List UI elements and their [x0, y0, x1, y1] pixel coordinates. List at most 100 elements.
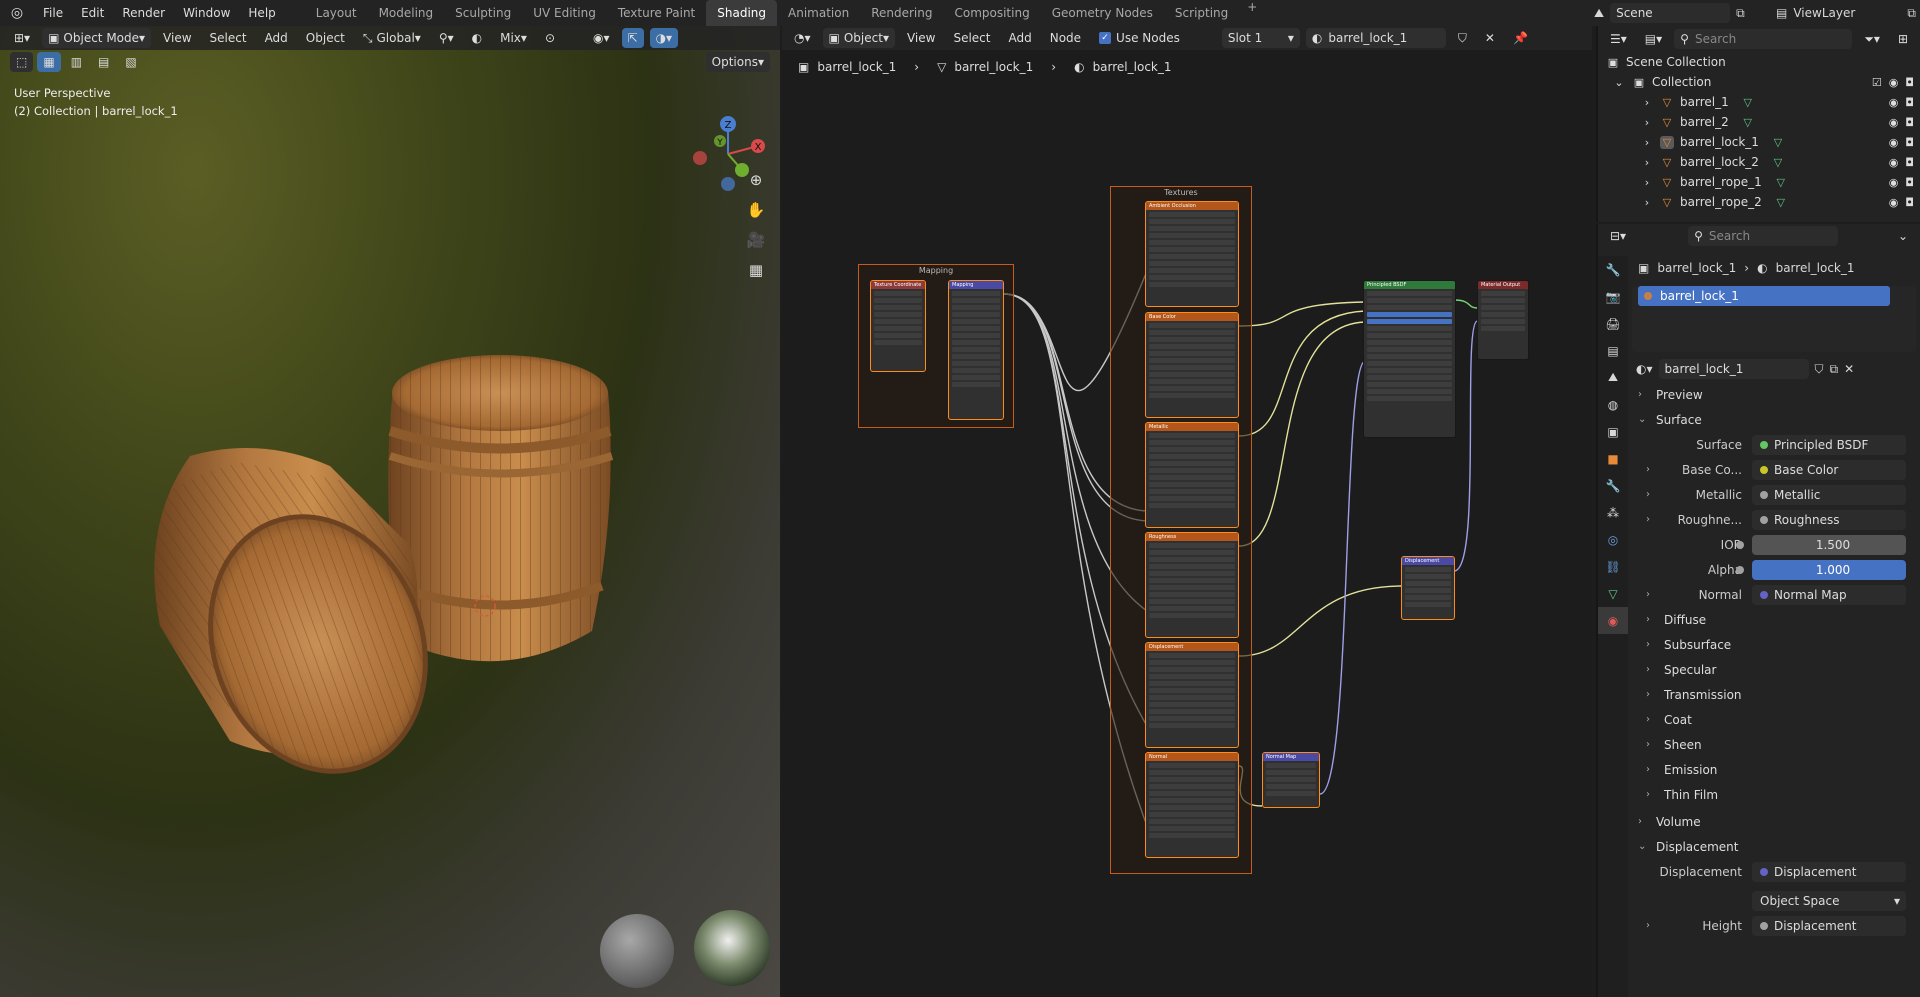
node-ambient-occlusion-texture[interactable]: Ambient Occlusion — [1145, 201, 1239, 307]
mesh-data-icon[interactable]: ▽ — [1774, 176, 1788, 189]
node-displacement[interactable]: Displacement — [1401, 556, 1455, 620]
checkbox-icon[interactable]: ☑ — [1872, 76, 1882, 89]
subpanel-thin-film[interactable]: › Thin Film — [1632, 782, 1916, 807]
visibility-toggles[interactable]: ◉ ◘ — [1889, 136, 1914, 149]
tool-tab-icon[interactable]: 🔧 — [1598, 256, 1628, 283]
chevron-right-icon[interactable]: › — [1640, 96, 1654, 109]
subpanel-coat[interactable]: › Coat — [1632, 707, 1916, 732]
mesh-data-icon[interactable]: ▽ — [1771, 136, 1785, 149]
node-base-color-texture[interactable]: Base Color — [1145, 312, 1239, 418]
modifier-tab-icon[interactable]: 🔧 — [1598, 472, 1628, 499]
eye-icon[interactable]: ◉ — [1889, 76, 1899, 89]
surface-section[interactable]: ⌄ Surface — [1632, 407, 1916, 432]
outliner-search[interactable]: ⚲ Search — [1674, 29, 1853, 49]
collection-row[interactable]: ⌄ ▣ Collection ☑ ◉ ◘ — [1598, 72, 1920, 92]
prop-value-field[interactable]: Base Color — [1752, 459, 1906, 480]
chevron-right-icon[interactable]: › — [1640, 196, 1654, 209]
display-mode-icon[interactable]: ▤▾ — [1639, 29, 1668, 49]
tab-sculpting[interactable]: Sculpting — [444, 0, 522, 26]
prop-value-field[interactable]: Displacement — [1752, 915, 1906, 936]
chevron-right-icon[interactable]: › — [1646, 489, 1656, 500]
alpha-field[interactable]: 1.000 — [1752, 559, 1906, 580]
material-browse-icon[interactable]: ◐▾ — [1636, 362, 1653, 376]
object-tab-icon[interactable]: ■ — [1598, 445, 1628, 472]
chevron-down-icon[interactable]: ⌄ — [1612, 76, 1626, 89]
physics-tab-icon[interactable]: ◎ — [1598, 526, 1628, 553]
view-layer-name[interactable]: ViewLayer — [1793, 6, 1855, 20]
menu-window[interactable]: Window — [174, 0, 239, 26]
shader-editor[interactable]: ◔▾ ▣ Object ▾ View Select Add Node ✓ Use … — [782, 26, 1592, 997]
prop-value-field[interactable]: Metallic — [1752, 484, 1906, 505]
tab-rendering[interactable]: Rendering — [860, 0, 943, 26]
tab-uv-editing[interactable]: UV Editing — [522, 0, 607, 26]
material-tab-icon[interactable]: ◉ — [1598, 607, 1628, 634]
outliner-item-barrel-lock-2[interactable]: › ▽ barrel_lock_2 ▽ ◉ ◘ — [1598, 152, 1920, 172]
node-texture-coordinate[interactable]: Texture Coordinate — [870, 280, 926, 372]
mesh-data-icon[interactable]: ▽ — [1741, 96, 1755, 109]
material-slot-item[interactable]: barrel_lock_1 — [1638, 286, 1890, 306]
chevron-down-icon[interactable]: ⌄ — [1892, 226, 1914, 246]
camera-icon[interactable]: ◘ — [1905, 156, 1914, 169]
node-normal-map[interactable]: Normal Map — [1262, 752, 1320, 808]
menu-help[interactable]: Help — [239, 0, 284, 26]
mesh-data-icon[interactable]: ▽ — [1774, 196, 1788, 209]
camera-icon[interactable]: ◘ — [1905, 176, 1914, 189]
eye-icon[interactable]: ◉ — [1889, 116, 1899, 129]
outliner-item-barrel-lock-1[interactable]: › ▽ barrel_lock_1 ▽ ◉ ◘ — [1598, 132, 1920, 152]
visibility-toggles[interactable]: ◉ ◘ — [1889, 96, 1914, 109]
chevron-right-icon[interactable]: › — [1646, 514, 1656, 525]
view-layer-tab-icon[interactable]: ▤ — [1598, 337, 1628, 364]
collection-tab-icon[interactable]: ▣ — [1598, 418, 1628, 445]
scene-field[interactable]: Scene — [1610, 3, 1731, 23]
subpanel-emission[interactable]: › Emission — [1632, 757, 1916, 782]
subpanel-subsurface[interactable]: › Subsurface — [1632, 632, 1916, 657]
eye-icon[interactable]: ◉ — [1889, 96, 1899, 109]
tab-compositing[interactable]: Compositing — [943, 0, 1040, 26]
tab-shading[interactable]: Shading — [706, 0, 777, 26]
blender-logo-icon[interactable]: ◎ — [0, 5, 34, 21]
scene-selector[interactable]: ⛰ Scene ⧉ — [1594, 2, 1764, 24]
editor-type-icon[interactable]: ☰▾ — [1604, 29, 1633, 49]
tab-animation[interactable]: Animation — [777, 0, 860, 26]
node-roughness-texture[interactable]: Roughness — [1145, 532, 1239, 638]
new-collection-icon[interactable]: ⊞ — [1892, 29, 1914, 49]
chevron-right-icon[interactable]: › — [1640, 116, 1654, 129]
subpanel-diffuse[interactable]: › Diffuse — [1632, 607, 1916, 632]
chevron-right-icon[interactable]: › — [1640, 176, 1654, 189]
outliner-item-barrel-rope-2[interactable]: › ▽ barrel_rope_2 ▽ ◉ ◘ — [1598, 192, 1920, 212]
eye-icon[interactable]: ◉ — [1889, 176, 1899, 189]
eye-icon[interactable]: ◉ — [1889, 196, 1899, 209]
copy-icon[interactable]: ⧉ — [1736, 6, 1745, 21]
editor-type-icon[interactable]: ⊟▾ — [1604, 226, 1632, 246]
chevron-right-icon[interactable]: › — [1646, 464, 1656, 475]
material-name-field[interactable]: barrel_lock_1 — [1658, 359, 1809, 379]
tab-texture-paint[interactable]: Texture Paint — [607, 0, 706, 26]
menu-render[interactable]: Render — [113, 0, 174, 26]
mesh-data-icon[interactable]: ▽ — [1741, 116, 1755, 129]
material-slot-list[interactable]: barrel_lock_1 — [1632, 286, 1916, 352]
view-layer-selector[interactable]: ▤ ViewLayer ⧉ — [1776, 2, 1916, 24]
eye-icon[interactable]: ◉ — [1889, 156, 1899, 169]
world-tab-icon[interactable]: ◍ — [1598, 391, 1628, 418]
visibility-toggles[interactable]: ◉ ◘ — [1889, 196, 1914, 209]
menu-file[interactable]: File — [34, 0, 72, 26]
particles-tab-icon[interactable]: ⁂ — [1598, 499, 1628, 526]
camera-icon[interactable]: ◘ — [1905, 196, 1914, 209]
data-tab-icon[interactable]: ▽ — [1598, 580, 1628, 607]
standing-barrel[interactable] — [388, 355, 614, 662]
tab-scripting[interactable]: Scripting — [1164, 0, 1239, 26]
subpanel-specular[interactable]: › Specular — [1632, 657, 1916, 682]
camera-icon[interactable]: ◘ — [1905, 136, 1914, 149]
filter-icon[interactable]: ⏷▾ — [1858, 29, 1886, 49]
render-tab-icon[interactable]: 📷 — [1598, 283, 1628, 310]
menu-edit[interactable]: Edit — [72, 0, 113, 26]
tab-layout[interactable]: Layout — [305, 0, 368, 26]
preview-section[interactable]: › Preview — [1632, 382, 1916, 407]
outliner-item-barrel-1[interactable]: › ▽ barrel_1 ▽ ◉ ◘ — [1598, 92, 1920, 112]
node-principled-bsdf[interactable]: Principled BSDF — [1363, 280, 1456, 438]
tab-geometry-nodes[interactable]: Geometry Nodes — [1041, 0, 1164, 26]
prop-value-field[interactable]: Normal Map — [1752, 584, 1906, 605]
chevron-right-icon[interactable]: › — [1646, 920, 1656, 931]
visibility-toggles[interactable]: ◉ ◘ — [1889, 156, 1914, 169]
camera-icon[interactable]: ◘ — [1905, 76, 1914, 89]
